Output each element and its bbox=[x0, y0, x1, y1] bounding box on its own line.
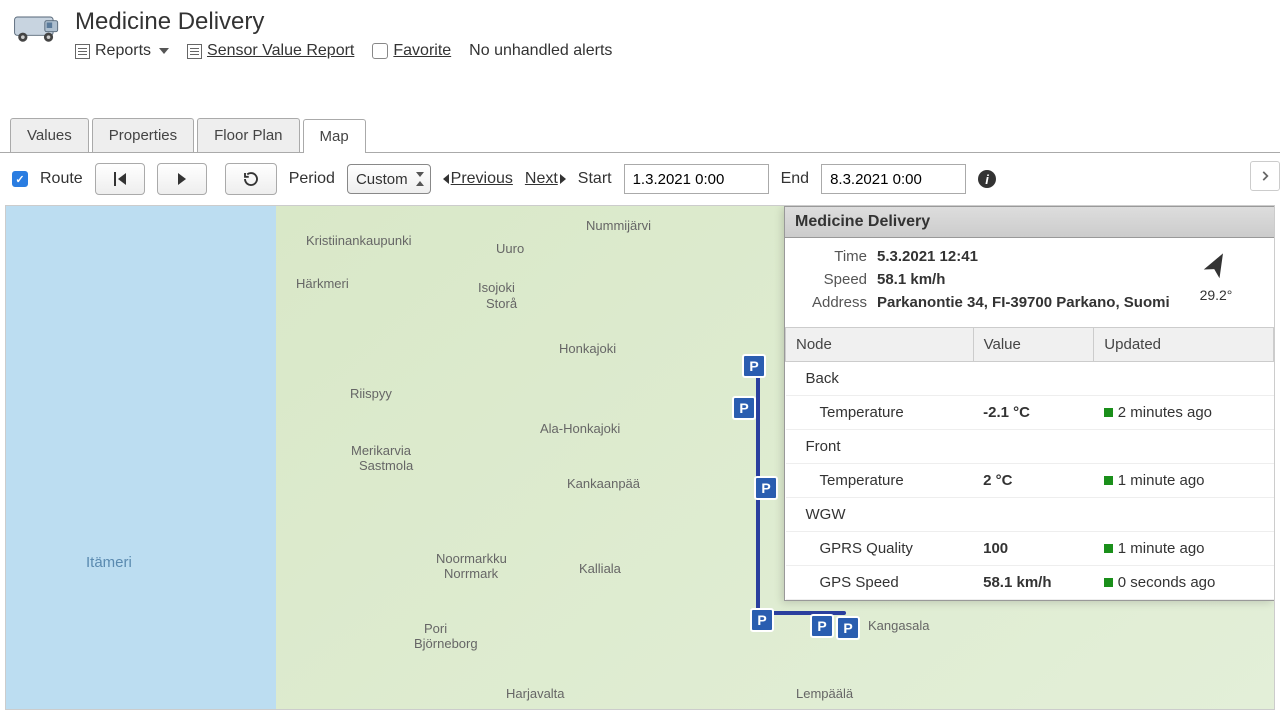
route-label: Route bbox=[40, 170, 83, 188]
favorite-toggle[interactable]: Favorite bbox=[372, 42, 451, 60]
chevron-right-icon bbox=[1258, 169, 1272, 183]
end-label: End bbox=[781, 170, 809, 188]
sensor-group-row: Front bbox=[786, 430, 1274, 464]
map-place-label: Merikarvia bbox=[351, 443, 411, 458]
sensor-data-row: Temperature-2.1 °C2 minutes ago bbox=[786, 396, 1274, 430]
report-icon bbox=[187, 44, 202, 59]
route-checkbox[interactable] bbox=[12, 171, 28, 187]
map-place-label: Riispyy bbox=[350, 386, 392, 401]
start-label: Start bbox=[578, 170, 612, 188]
map-place-label: Pori bbox=[424, 621, 447, 636]
tab-map[interactable]: Map bbox=[303, 119, 366, 153]
report-icon bbox=[75, 44, 90, 59]
caret-down-icon bbox=[159, 48, 169, 54]
map-place-label: Lempäälä bbox=[796, 686, 853, 701]
speed-label: Speed bbox=[797, 271, 867, 288]
parking-marker[interactable]: P bbox=[742, 354, 766, 378]
tab-properties[interactable]: Properties bbox=[92, 118, 194, 152]
tab-bar: ValuesPropertiesFloor PlanMap bbox=[0, 118, 1280, 153]
col-node[interactable]: Node bbox=[786, 328, 974, 362]
play-button[interactable] bbox=[157, 163, 207, 195]
col-updated[interactable]: Updated bbox=[1094, 328, 1274, 362]
sensor-group-row: WGW bbox=[786, 498, 1274, 532]
reports-dropdown[interactable]: Reports bbox=[75, 42, 169, 60]
map-place-label: Noormarkku bbox=[436, 551, 507, 566]
map-place-label: Ala-Honkajoki bbox=[540, 421, 620, 436]
heading-value: 29.2° bbox=[1198, 287, 1234, 303]
sensor-group-row: Back bbox=[786, 362, 1274, 396]
sensor-report-label: Sensor Value Report bbox=[207, 42, 354, 60]
alerts-status: No unhandled alerts bbox=[469, 42, 612, 60]
sea-region bbox=[6, 206, 286, 709]
period-select[interactable]: Custom bbox=[347, 164, 431, 194]
speed-value: 58.1 km/h bbox=[877, 271, 945, 288]
parking-marker[interactable]: P bbox=[732, 396, 756, 420]
map-place-label: Kristiinankaupunki bbox=[306, 233, 412, 248]
reports-label: Reports bbox=[95, 42, 151, 60]
sea-label: Itämeri bbox=[86, 554, 132, 571]
map-place-label: Honkajoki bbox=[559, 341, 616, 356]
map-place-label: Kankaanpää bbox=[567, 476, 640, 491]
map-place-label: Isojoki bbox=[478, 280, 515, 295]
col-value[interactable]: Value bbox=[973, 328, 1094, 362]
end-input[interactable] bbox=[821, 164, 966, 194]
refresh-icon bbox=[242, 170, 260, 188]
map-place-label: Norrmark bbox=[444, 566, 498, 581]
page-title: Medicine Delivery bbox=[75, 8, 1270, 36]
favorite-label: Favorite bbox=[393, 42, 451, 60]
map-place-label: Nummijärvi bbox=[586, 218, 651, 233]
info-panel-title: Medicine Delivery bbox=[785, 207, 1274, 238]
map-controls: Route Period Custom Previous Next Start … bbox=[0, 153, 1280, 205]
sensor-value-report-link[interactable]: Sensor Value Report bbox=[187, 42, 354, 60]
address-value: Parkanontie 34, FI-39700 Parkano, Suomi bbox=[877, 294, 1170, 311]
sensor-data-row: GPRS Quality1001 minute ago bbox=[786, 532, 1274, 566]
map-canvas[interactable]: Itämeri Kristiinankaupunki Härkmeri Uuro Nu… bbox=[5, 205, 1275, 710]
start-input[interactable] bbox=[624, 164, 769, 194]
delivery-van-icon bbox=[10, 8, 65, 48]
heading-indicator: 29.2° bbox=[1198, 248, 1234, 303]
parking-marker[interactable]: P bbox=[750, 608, 774, 632]
sensor-table: Node Value Updated BackTemperature-2.1 °… bbox=[785, 327, 1274, 600]
map-place-label: Harjavalta bbox=[506, 686, 565, 701]
info-icon[interactable]: i bbox=[978, 170, 996, 188]
sensor-data-row: Temperature2 °C1 minute ago bbox=[786, 464, 1274, 498]
map-place-label: Sastmola bbox=[359, 458, 413, 473]
tab-values[interactable]: Values bbox=[10, 118, 89, 152]
tab-floor-plan[interactable]: Floor Plan bbox=[197, 118, 299, 152]
favorite-checkbox[interactable] bbox=[372, 43, 388, 59]
map-place-label: Uuro bbox=[496, 241, 524, 256]
map-place-label: Kalliala bbox=[579, 561, 621, 576]
refresh-button[interactable] bbox=[225, 163, 277, 195]
map-place-label: Härkmeri bbox=[296, 276, 349, 291]
map-place-label: Kangasala bbox=[868, 618, 929, 633]
header-toolbar: Reports Sensor Value Report Favorite No … bbox=[75, 42, 1270, 60]
next-link[interactable]: Next bbox=[525, 170, 566, 188]
skip-back-button[interactable] bbox=[95, 163, 145, 195]
vehicle-info-panel: Medicine Delivery 29.2° Time 5.3.2021 12:… bbox=[784, 206, 1274, 601]
time-label: Time bbox=[797, 248, 867, 265]
app-header: Medicine Delivery Reports Sensor Value R… bbox=[0, 0, 1280, 68]
parking-marker[interactable]: P bbox=[754, 476, 778, 500]
time-value: 5.3.2021 12:41 bbox=[877, 248, 978, 265]
previous-link[interactable]: Previous bbox=[443, 170, 513, 188]
map-place-label: Björneborg bbox=[414, 636, 478, 651]
period-label: Period bbox=[289, 170, 335, 188]
address-label: Address bbox=[797, 294, 867, 311]
map-place-label: Storå bbox=[486, 296, 517, 311]
sensor-data-row: GPS Speed58.1 km/h0 seconds ago bbox=[786, 566, 1274, 600]
panel-collapse-button[interactable] bbox=[1250, 161, 1280, 191]
parking-marker[interactable]: P bbox=[810, 614, 834, 638]
parking-marker[interactable]: P bbox=[836, 616, 860, 640]
